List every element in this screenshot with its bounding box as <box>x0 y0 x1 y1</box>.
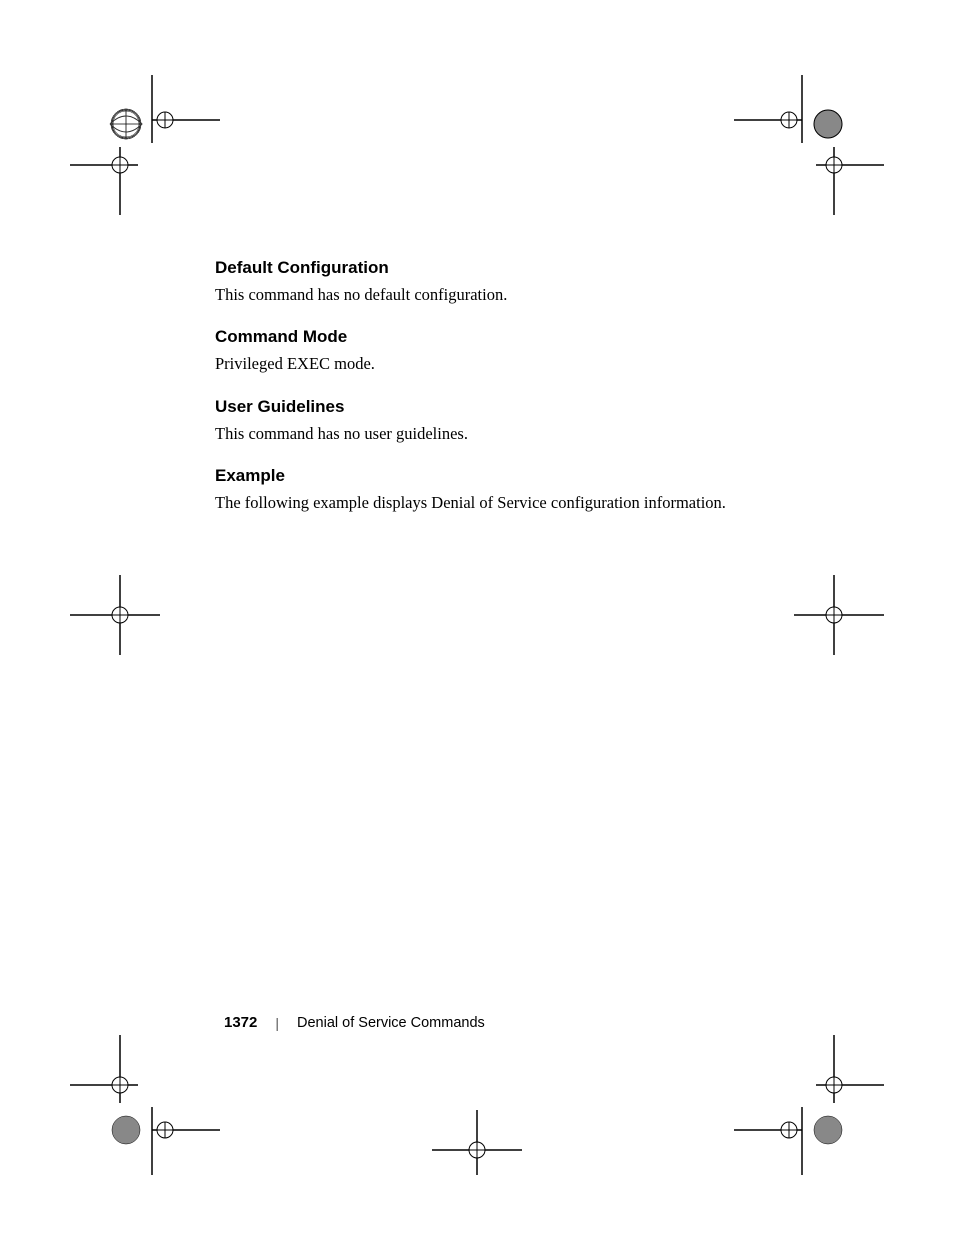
main-content: Default Configuration This command has n… <box>215 258 785 536</box>
crop-mark-bottom-center <box>432 1095 522 1175</box>
crop-mark-top-left <box>70 75 220 215</box>
crop-mark-bottom-right <box>734 1035 884 1175</box>
heading-example: Example <box>215 466 785 486</box>
heading-command-mode: Command Mode <box>215 327 785 347</box>
page-footer: 1372 | Denial of Service Commands <box>224 1014 485 1031</box>
crop-mark-mid-left <box>70 575 160 655</box>
body-example: The following example displays Denial of… <box>215 492 785 513</box>
body-user-guidelines: This command has no user guidelines. <box>215 423 785 444</box>
footer-divider: | <box>275 1015 279 1031</box>
page-number: 1372 <box>224 1014 257 1031</box>
crop-mark-mid-right <box>794 575 884 655</box>
crop-mark-top-right <box>734 75 884 215</box>
heading-user-guidelines: User Guidelines <box>215 397 785 417</box>
crop-mark-bottom-left <box>70 1035 220 1175</box>
body-default-config: This command has no default configuratio… <box>215 284 785 305</box>
body-command-mode: Privileged EXEC mode. <box>215 353 785 374</box>
heading-default-config: Default Configuration <box>215 258 785 278</box>
chapter-title: Denial of Service Commands <box>297 1015 485 1031</box>
